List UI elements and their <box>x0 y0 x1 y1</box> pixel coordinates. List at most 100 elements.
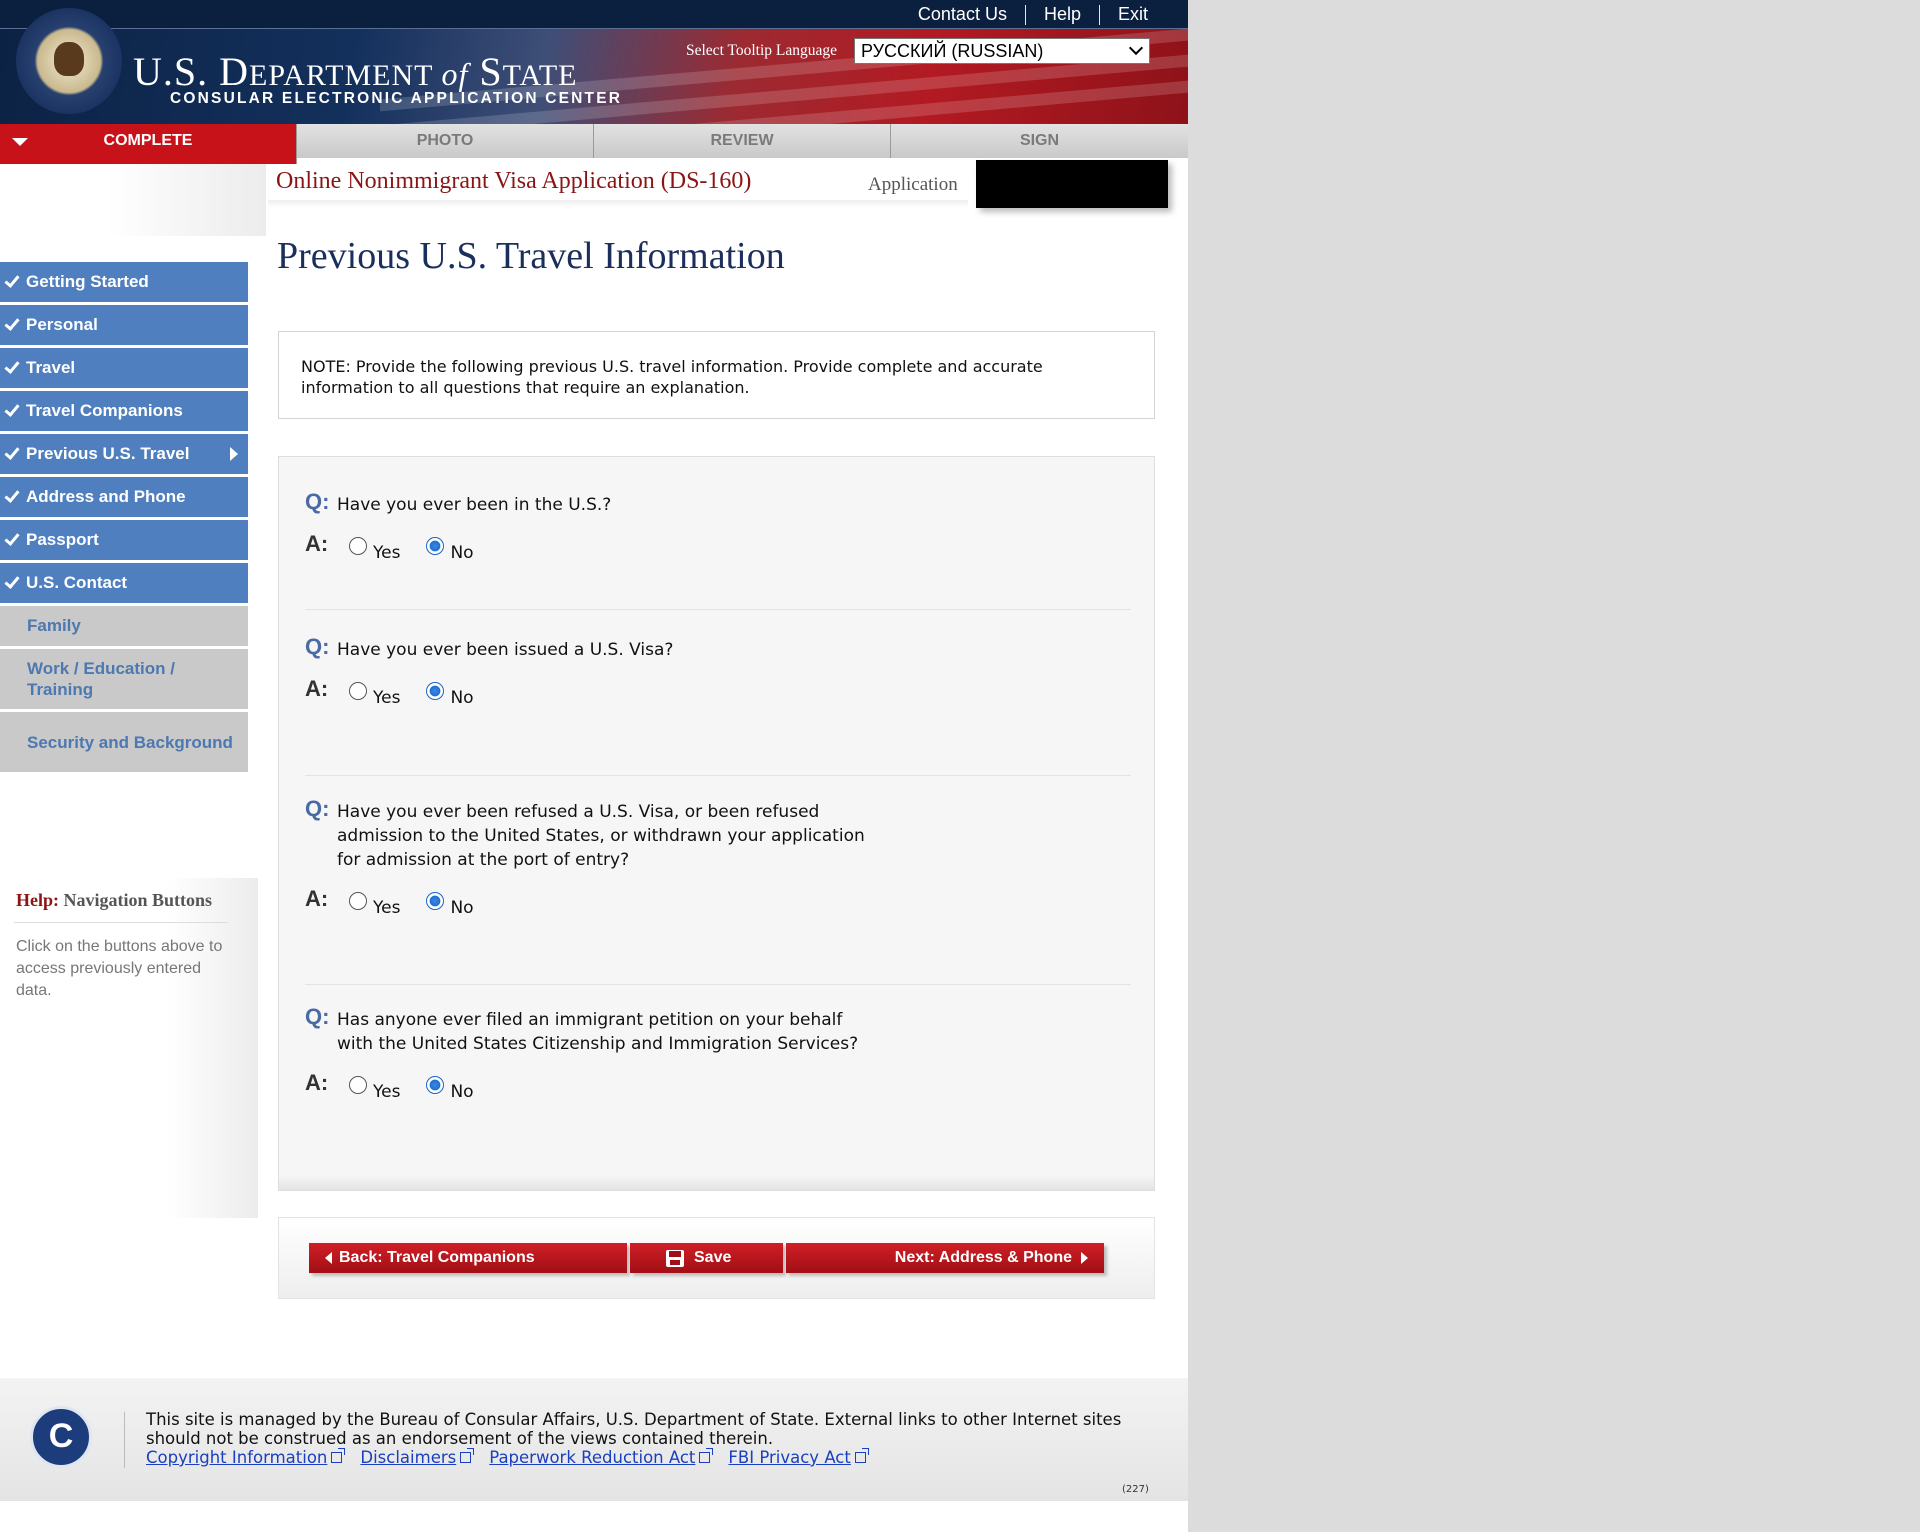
sidebar-item-personal[interactable]: Personal <box>0 305 248 345</box>
fbi-privacy-act-link[interactable]: FBI Privacy Act <box>728 1448 869 1467</box>
current-section-arrow-icon <box>230 447 238 461</box>
sidebar-item-label: Previous U.S. Travel <box>26 444 190 463</box>
answer-row: A: Yes No <box>305 1070 1131 1104</box>
answer-row: A: Yes No <box>305 531 1131 565</box>
sidebar-item-label: Address and Phone <box>26 487 186 506</box>
disclaimers-link[interactable]: Disclaimers <box>360 1448 475 1467</box>
sidebar-item-us-contact[interactable]: U.S. Contact <box>0 563 248 603</box>
external-link-icon <box>460 1448 475 1463</box>
tab-sign[interactable]: SIGN <box>891 124 1188 158</box>
a-label: A: <box>305 531 329 556</box>
consular-affairs-logo: C <box>30 1406 92 1468</box>
application-label: Application <box>868 174 958 195</box>
sidebar-item-label: Personal <box>26 315 98 334</box>
sidebar-item-label: Travel <box>26 358 76 377</box>
sidebar-item-getting-started[interactable]: Getting Started <box>0 262 248 302</box>
question-text: Have you ever been in the U.S.? <box>337 495 612 515</box>
tooltip-language-select[interactable]: РУССКИЙ (RUSSIAN) <box>854 38 1150 64</box>
page-code: (227) <box>1122 1484 1149 1495</box>
sidebar-item-previous-us-travel[interactable]: Previous U.S. Travel <box>0 434 248 474</box>
help-panel: Help: Navigation Buttons Click on the bu… <box>0 878 258 1218</box>
save-disk-icon <box>666 1250 684 1267</box>
sidebar-item-security-and-background: Security and Background <box>0 712 248 772</box>
external-link-icon <box>331 1448 346 1463</box>
help-link[interactable]: Help <box>1026 4 1099 25</box>
yes-label: Yes <box>373 898 401 918</box>
sidebar-item-work-education-training: Work / Education / Training <box>0 649 248 709</box>
sidebar-item-family: Family <box>0 606 248 646</box>
checkmark-icon <box>4 444 20 460</box>
yes-radio[interactable] <box>349 682 367 700</box>
tab-photo[interactable]: PHOTO <box>297 124 594 158</box>
brand-subtitle: CONSULAR ELECTRONIC APPLICATION CENTER <box>170 90 623 107</box>
sidebar-item-label: U.S. Contact <box>26 573 128 592</box>
checkmark-icon <box>4 530 20 546</box>
contact-us-link[interactable]: Contact Us <box>900 4 1025 25</box>
application-id-redacted <box>976 160 1168 208</box>
no-radio[interactable] <box>426 682 445 700</box>
checkmark-icon <box>4 573 20 589</box>
copyright-information-link[interactable]: Copyright Information <box>146 1448 346 1467</box>
sidebar-item-label: Family <box>27 616 81 635</box>
tooltip-language-value: РУССКИЙ (RUSSIAN) <box>861 41 1044 61</box>
question-text: Have you ever been refused a U.S. Visa, … <box>337 802 865 870</box>
footer-links: Copyright Information Disclaimers Paperw… <box>146 1448 884 1467</box>
tab-review[interactable]: REVIEW <box>594 124 891 158</box>
arrow-left-icon <box>325 1252 332 1264</box>
no-radio[interactable] <box>426 892 445 910</box>
sidebar-item-label: Travel Companions <box>26 401 183 420</box>
checkmark-icon <box>4 315 20 331</box>
no-radio[interactable] <box>426 537 445 555</box>
paperwork-reduction-act-link[interactable]: Paperwork Reduction Act <box>489 1448 714 1467</box>
no-label: No <box>450 1082 474 1102</box>
checkmark-icon <box>4 272 20 288</box>
tab-complete[interactable]: COMPLETE <box>0 124 297 164</box>
site-footer: C This site is managed by the Bureau of … <box>0 1378 1188 1501</box>
save-button[interactable]: Save <box>630 1243 783 1273</box>
no-label: No <box>450 543 474 563</box>
q-label: Q: <box>305 634 330 659</box>
sidebar-nav: Getting Started Personal Travel Travel C… <box>0 262 248 775</box>
brand-title: U.S. DEPARTMENT of STATE <box>133 49 578 94</box>
q-label: Q: <box>305 796 330 821</box>
sidebar-item-passport[interactable]: Passport <box>0 520 248 560</box>
checkmark-icon <box>4 358 20 374</box>
yes-radio[interactable] <box>349 1076 367 1094</box>
help-text: Click on the buttons above to access pre… <box>16 938 223 999</box>
chevron-down-icon <box>1128 40 1144 56</box>
no-radio[interactable] <box>426 1076 445 1094</box>
yes-label: Yes <box>373 688 401 708</box>
next-button[interactable]: Next: Address & Phone <box>786 1243 1104 1273</box>
external-link-icon <box>854 1448 869 1463</box>
sidebar-item-address-and-phone[interactable]: Address and Phone <box>0 477 248 517</box>
note-box: NOTE: Provide the following previous U.S… <box>278 331 1155 419</box>
help-title: Help: Navigation Buttons <box>16 890 213 910</box>
arrow-right-icon <box>1081 1252 1088 1264</box>
page: Contact Us Help Exit U.S. DEPARTMENT of … <box>0 0 1188 1532</box>
back-button[interactable]: Back: Travel Companions <box>309 1243 627 1273</box>
question-immigrant-petition: Q: Has anyone ever filed an immigrant pe… <box>305 1004 1131 1104</box>
question-text: Has anyone ever filed an immigrant petit… <box>337 1010 859 1054</box>
question-refused-visa: Q: Have you ever been refused a U.S. Vis… <box>305 796 1131 920</box>
question-issued-visa: Q: Have you ever been issued a U.S. Visa… <box>305 634 1131 710</box>
navigation-buttons-bar: Back: Travel Companions Save Next: Addre… <box>278 1217 1155 1299</box>
a-label: A: <box>305 886 329 911</box>
answer-row: A: Yes No <box>305 886 1131 920</box>
sidebar-item-label: Getting Started <box>26 272 149 291</box>
sidebar-item-travel-companions[interactable]: Travel Companions <box>0 391 248 431</box>
sidebar-item-travel[interactable]: Travel <box>0 348 248 388</box>
yes-radio[interactable] <box>349 537 367 555</box>
questions-panel: Q: Have you ever been in the U.S.? A: Ye… <box>278 456 1155 1191</box>
yes-label: Yes <box>373 1082 401 1102</box>
checkmark-icon <box>4 487 20 503</box>
a-label: A: <box>305 1070 329 1095</box>
checkmark-icon <box>4 401 20 417</box>
q-label: Q: <box>305 1004 330 1029</box>
step-tabs: COMPLETE PHOTO REVIEW SIGN <box>0 124 1188 164</box>
question-text: Have you ever been issued a U.S. Visa? <box>337 640 674 660</box>
yes-radio[interactable] <box>349 892 367 910</box>
exit-link[interactable]: Exit <box>1100 4 1166 25</box>
tooltip-language-label: Select Tooltip Language <box>686 42 838 59</box>
no-label: No <box>450 898 474 918</box>
form-title: Online Nonimmigrant Visa Application (DS… <box>276 168 752 194</box>
